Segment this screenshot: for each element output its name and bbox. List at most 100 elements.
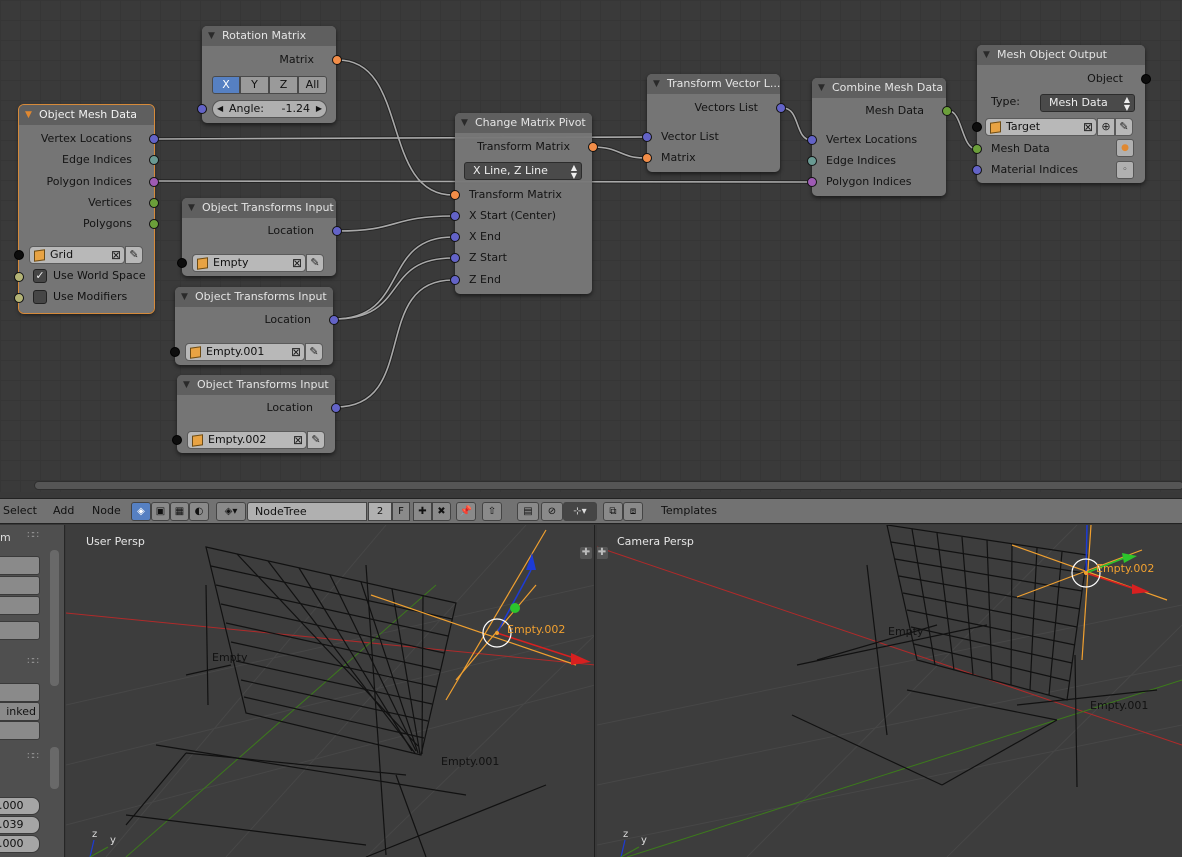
location-output-socket[interactable] bbox=[329, 315, 339, 325]
collapse-triangle-icon[interactable]: ▼ bbox=[653, 74, 660, 94]
collapse-triangle-icon[interactable]: ▼ bbox=[208, 26, 215, 46]
split-area-icon[interactable]: ✚ bbox=[597, 547, 608, 559]
viewport-camera-persp[interactable]: Camera Persp ✚ Empty Empty.001 Empty.002… bbox=[597, 525, 1182, 857]
node-mesh-object-output[interactable]: ▼ Mesh Object Output Object Type: Mesh Da… bbox=[972, 45, 1151, 183]
backdrop-icon[interactable]: ▤ bbox=[517, 502, 539, 521]
polygon-indices-socket[interactable] bbox=[149, 177, 159, 187]
compositing-nodes-icon[interactable]: ◐ bbox=[189, 502, 209, 521]
type-dropdown[interactable]: Mesh Data ▲ ▼ bbox=[1040, 94, 1135, 112]
node-header[interactable]: ▼ Combine Mesh Data bbox=[812, 78, 946, 98]
eyedropper-icon[interactable]: ✎ bbox=[307, 431, 325, 449]
pivot-mode-dropdown[interactable]: X Line, Z Line ▲ ▼ bbox=[464, 162, 582, 180]
polygons-socket[interactable] bbox=[149, 219, 159, 229]
checker-nodes-icon[interactable]: ▦ bbox=[170, 502, 189, 521]
use-world-space-socket[interactable] bbox=[14, 272, 24, 282]
split-area-icon[interactable]: ✚ bbox=[580, 547, 592, 559]
collapse-triangle-icon[interactable]: ▼ bbox=[188, 198, 195, 218]
object-field[interactable]: Empty ⊠ bbox=[192, 254, 306, 272]
menu-add[interactable]: Add bbox=[53, 499, 74, 523]
y-handle-icon[interactable] bbox=[510, 603, 520, 613]
vertices-socket[interactable] bbox=[149, 198, 159, 208]
matrix-output-socket[interactable] bbox=[332, 55, 342, 65]
horizontal-scrollbar[interactable] bbox=[34, 481, 1182, 490]
snap-icon[interactable]: ⊹▾ bbox=[563, 502, 597, 521]
panel-button-1[interactable] bbox=[0, 556, 40, 575]
node-object-transforms-input-2[interactable]: ▼ Object Transforms Input Location Empty.… bbox=[170, 287, 339, 365]
location-output-socket[interactable] bbox=[331, 403, 341, 413]
node-header[interactable]: ▼ Object Mesh Data bbox=[19, 105, 154, 125]
axis-all-button[interactable]: All bbox=[298, 76, 327, 94]
collapse-triangle-icon[interactable]: ▼ bbox=[461, 113, 468, 133]
use-world-space-checkbox[interactable]: ✓ bbox=[33, 269, 47, 283]
shader-nodes-icon[interactable]: ◈ bbox=[131, 502, 151, 521]
panel-button-6[interactable] bbox=[0, 721, 40, 740]
node-header[interactable]: ▼ Object Transforms Input bbox=[182, 198, 336, 218]
object-field[interactable]: Empty.002 ⊠ bbox=[187, 431, 307, 449]
node-object-transforms-input-1[interactable]: ▼ Object Transforms Input Location Empty … bbox=[177, 198, 342, 276]
panel-grip-icon[interactable]: ∷∷ bbox=[27, 530, 39, 541]
use-modifiers-socket[interactable] bbox=[14, 293, 24, 303]
increment-arrow-icon[interactable]: ▶ bbox=[316, 101, 322, 117]
templates-menu[interactable]: Templates bbox=[661, 499, 717, 523]
mesh-data-toggle-icon[interactable]: ● bbox=[1116, 139, 1134, 157]
object-field[interactable]: Empty.001 ⊠ bbox=[185, 343, 305, 361]
axis-z-button[interactable]: Z bbox=[269, 76, 298, 94]
use-modifiers-checkbox[interactable] bbox=[33, 290, 47, 304]
menu-select[interactable]: Select bbox=[3, 499, 37, 523]
panel-button-3[interactable] bbox=[0, 596, 40, 615]
object-field[interactable]: Grid ⊠ bbox=[29, 246, 125, 264]
node-transform-vector-list[interactable]: ▼ Transform Vector L... Vectors List Vect… bbox=[642, 74, 786, 172]
node-object-mesh-data[interactable]: ▼ Object Mesh Data Vertex Locations Edge … bbox=[14, 104, 159, 314]
parent-tree-icon[interactable]: ⇧ bbox=[482, 502, 502, 521]
object-output-socket[interactable] bbox=[1141, 74, 1151, 84]
value-field-2[interactable]: .039 bbox=[0, 816, 40, 834]
clear-icon[interactable]: ⊠ bbox=[293, 432, 303, 448]
nodetree-name-field[interactable]: NodeTree bbox=[247, 502, 367, 521]
eyedropper-icon[interactable]: ✎ bbox=[1115, 118, 1133, 136]
panel-button-5[interactable] bbox=[0, 683, 40, 702]
panel-grip-icon[interactable]: ∷∷ bbox=[27, 751, 39, 762]
node-tree-type-icon[interactable]: ◈▾ bbox=[216, 502, 246, 521]
menu-node[interactable]: Node bbox=[92, 499, 121, 523]
auto-offset-icon[interactable]: ⊘ bbox=[541, 502, 563, 521]
paste-nodes-icon[interactable]: ⧈ bbox=[623, 502, 643, 521]
node-header[interactable]: ▼ Object Transforms Input bbox=[175, 287, 333, 307]
node-header[interactable]: ▼ Object Transforms Input bbox=[177, 375, 335, 395]
user-count[interactable]: 2 bbox=[368, 502, 392, 521]
axis-x-button[interactable]: X bbox=[212, 76, 240, 94]
x-manipulator-axis[interactable] bbox=[496, 632, 572, 658]
z-manipulator-axis[interactable] bbox=[1085, 525, 1088, 574]
clear-icon[interactable]: ⊠ bbox=[292, 255, 302, 271]
unlink-nodetree-icon[interactable]: ✖ bbox=[432, 502, 451, 521]
eyedropper-icon[interactable]: ✎ bbox=[305, 343, 323, 361]
node-header[interactable]: ▼ Rotation Matrix bbox=[202, 26, 336, 46]
clear-icon[interactable]: ⊠ bbox=[111, 247, 121, 263]
transform-matrix-output-socket[interactable] bbox=[588, 142, 598, 152]
target-object-field[interactable]: Target ⊠ bbox=[985, 118, 1097, 136]
x-arrow-icon[interactable] bbox=[571, 653, 591, 665]
clear-icon[interactable]: ⊠ bbox=[1083, 119, 1093, 135]
collapse-triangle-icon[interactable]: ▼ bbox=[25, 105, 32, 125]
vertex-locations-socket[interactable] bbox=[149, 134, 159, 144]
panel-button-4[interactable] bbox=[0, 621, 40, 640]
fake-user-button[interactable]: F bbox=[392, 502, 410, 521]
decrement-arrow-icon[interactable]: ◀ bbox=[217, 101, 223, 117]
location-output-socket[interactable] bbox=[332, 226, 342, 236]
vectors-list-output-socket[interactable] bbox=[776, 103, 786, 113]
panel-button-2[interactable] bbox=[0, 576, 40, 595]
value-field-1[interactable]: .000 bbox=[0, 797, 40, 815]
node-object-transforms-input-3[interactable]: ▼ Object Transforms Input Location Empty.… bbox=[172, 375, 341, 453]
object-input-socket[interactable] bbox=[170, 347, 180, 357]
new-object-icon[interactable]: ⊕ bbox=[1097, 118, 1115, 136]
texture-nodes-icon[interactable]: ▣ bbox=[151, 502, 170, 521]
collapse-triangle-icon[interactable]: ▼ bbox=[183, 375, 190, 395]
linked-button[interactable]: inked bbox=[0, 702, 40, 721]
eyedropper-icon[interactable]: ✎ bbox=[306, 254, 324, 272]
node-change-matrix-pivot[interactable]: ▼ Change Matrix Pivot Transform Matrix X … bbox=[450, 113, 598, 294]
eyedropper-icon[interactable]: ✎ bbox=[125, 246, 143, 264]
panel-scrollbar[interactable] bbox=[50, 747, 59, 789]
edge-indices-socket[interactable] bbox=[149, 155, 159, 165]
copy-nodes-icon[interactable]: ⧉ bbox=[603, 502, 623, 521]
value-field-3[interactable]: .000 bbox=[0, 835, 40, 853]
axis-y-button[interactable]: Y bbox=[240, 76, 269, 94]
